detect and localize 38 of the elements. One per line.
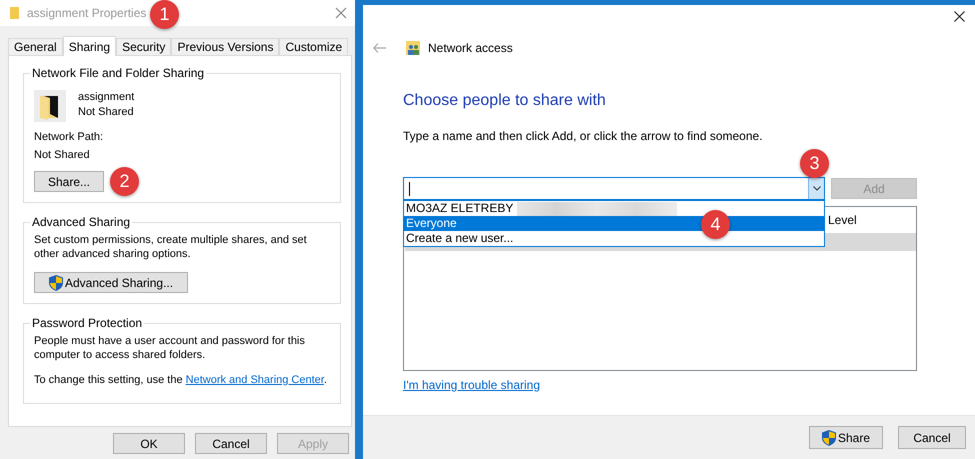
chevron-down-icon [812,186,820,191]
folder-name: assignment [78,90,134,105]
shield-icon [49,274,63,290]
share-status: Not Shared [78,105,134,120]
share-button[interactable]: Share... [34,171,104,192]
path-label: Network Path: [34,130,104,145]
name-input-field[interactable] [403,177,825,200]
tab[interactable]: Customize [279,38,348,55]
shield-icon [822,430,836,446]
tab[interactable]: Previous Versions [171,38,280,55]
people-icon [406,41,420,55]
cancel-button[interactable]: Cancel [898,426,966,449]
help-link[interactable]: I'm having trouble sharing [403,378,540,392]
advanced-sharing-button[interactable]: Advanced Sharing... [34,272,188,293]
tab[interactable]: General [8,38,63,55]
settings-hint: To change this setting, use the Network and Sharing Center. [34,373,328,387]
tab[interactable]: Security [116,38,172,55]
instruction: Type a name and then click Add, or click the arrow to find someone. [403,129,764,143]
description: People must have a user account and password for this computer to access shared folders. [34,334,306,362]
share-button[interactable]: Share [808,426,883,449]
dropdown-button[interactable] [808,178,824,199]
window-title: assignment Properties [27,6,146,20]
dialog-title: Network access [428,41,513,55]
column-header[interactable]: Level [828,213,857,227]
path-value: Not Shared [34,148,90,163]
dialog-button[interactable]: OK [113,433,185,454]
network-center-link[interactable]: Network and Sharing Center [186,374,324,386]
tab[interactable]: Sharing [62,36,116,56]
close-icon[interactable] [954,11,965,22]
dropdown-item[interactable]: Everyone [406,216,457,231]
group-title: Password Protection [31,316,144,330]
group-title: Advanced Sharing [31,215,132,229]
heading: Choose people to share with [403,92,607,110]
description: Set custom permissions, create multiple shares, and set other advanced sharing options. [34,233,308,261]
group-title: Network File and Folder Sharing [31,66,206,80]
back-arrow-icon[interactable] [373,43,386,53]
dialog-button[interactable]: Cancel [195,433,267,454]
dropdown-item[interactable]: Create a new user... [406,231,514,246]
